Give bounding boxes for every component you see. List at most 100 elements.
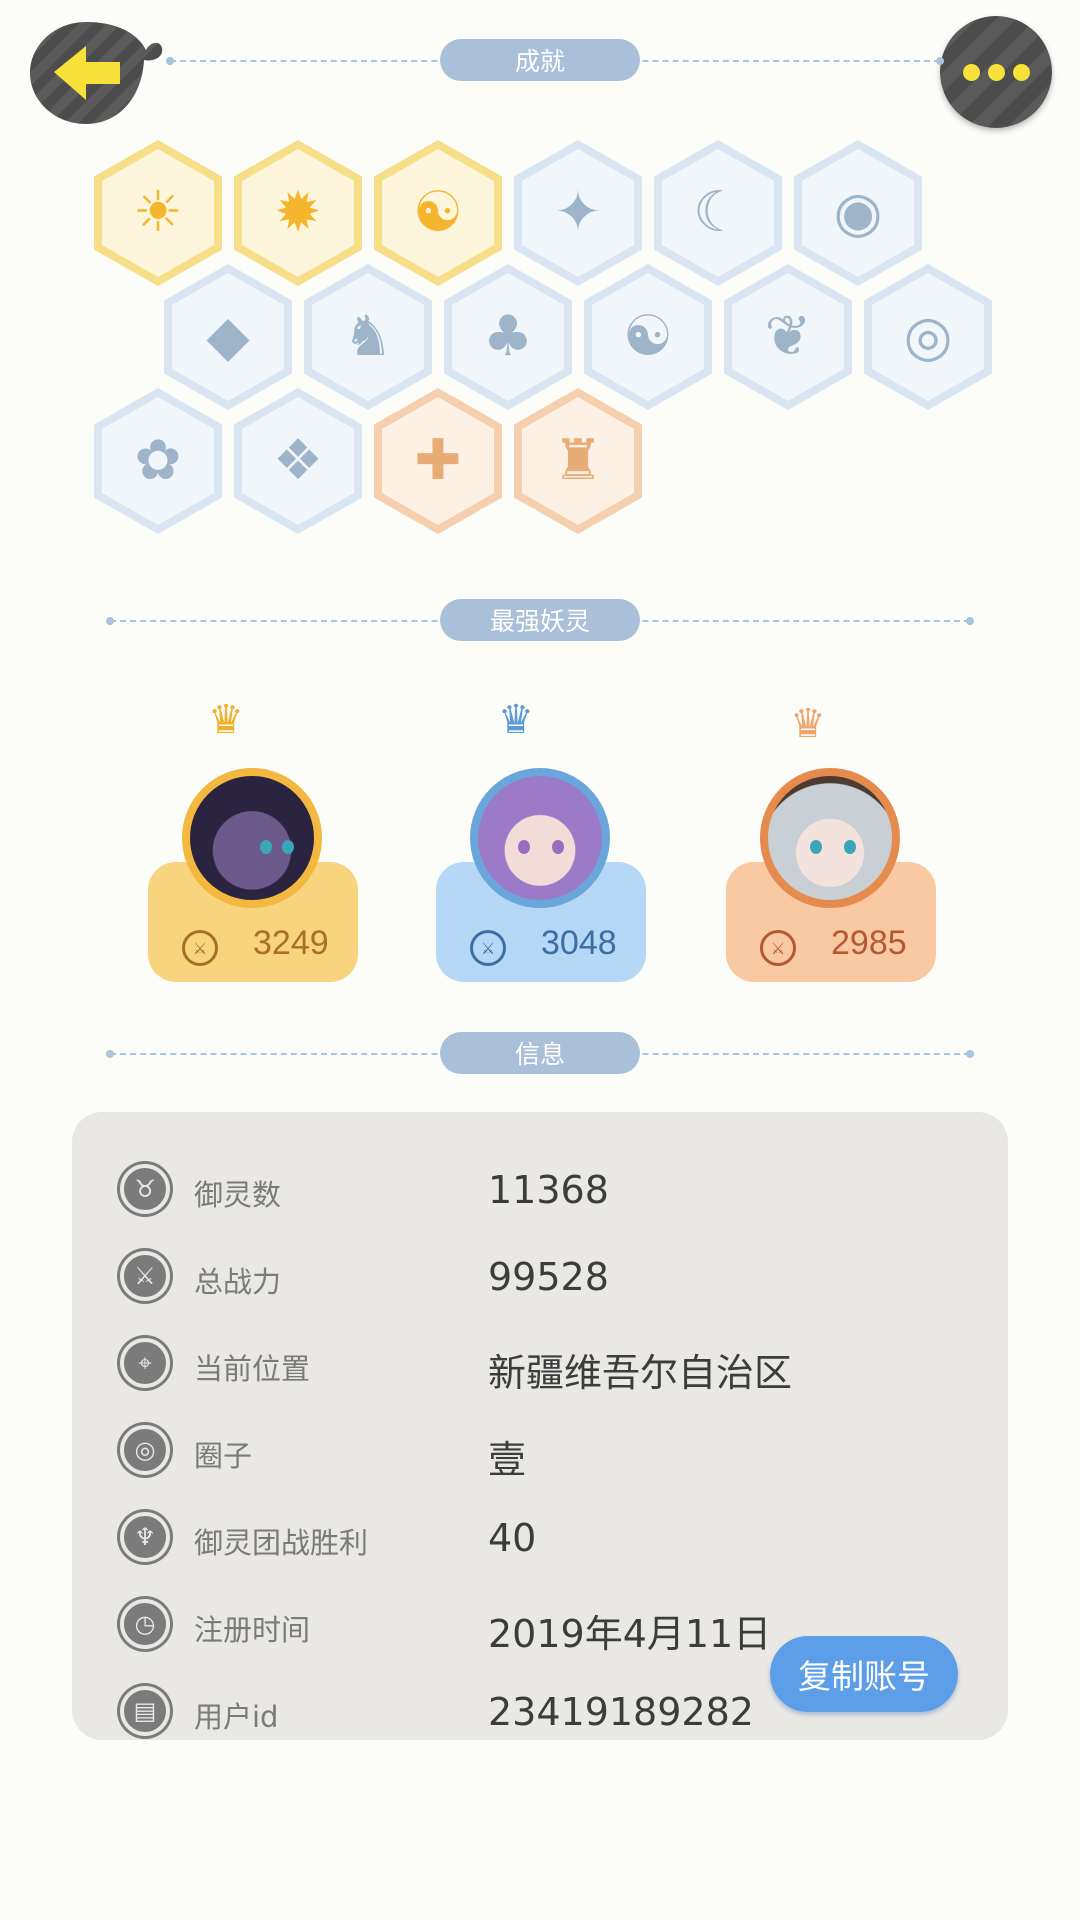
achievement-badge-shield-target[interactable]: ◎ [864,264,992,410]
achievement-badge-crystal-ball[interactable]: ◉ [794,140,922,286]
achievement-badge-moon-orb[interactable]: ☾ [654,140,782,286]
achievement-badge-cat-wand[interactable]: ♣ [444,264,572,410]
crown-bronze-icon: ♛ [790,701,826,747]
yin-yang-cube-icon: ☯ [622,304,674,369]
info-row-circle: ◎ 圈子 壹 [72,1415,1008,1485]
section-title-achievements: 成就 [440,39,640,81]
sword-icon: ⚔ [470,930,506,966]
achievement-badge-sneaker[interactable]: ✦ [514,140,642,286]
achievement-badge-book-fox[interactable]: ❖ [234,388,362,534]
achievement-badge-inner: ♜ [522,397,634,525]
achievement-badge-sun-medal[interactable]: ☀ [94,140,222,286]
sneaker-icon: ✦ [554,180,602,245]
crown-gold-icon: ♛ [208,697,244,743]
more-options-button[interactable] [940,16,1052,128]
koi-fish-icon: ❦ [764,304,812,369]
avatar-eye [260,840,272,854]
spirit-avatar-2[interactable] [470,768,610,908]
info-value: 新疆维吾尔自治区 [488,1351,793,1395]
achievement-badge-gem[interactable]: ◆ [164,264,292,410]
avatar-eye [844,840,856,854]
cat-stroller-icon: ✚ [414,428,462,493]
avatar-eye [810,840,822,854]
info-row-spirit-count: ♉ 御灵数 11368 [72,1154,1008,1224]
info-row-team-wins: ♆ 御灵团战胜利 40 [72,1502,1008,1572]
info-value: 2019年4月11日 [488,1612,772,1656]
info-value: 壹 [488,1438,527,1482]
achievement-badge-inner: ❖ [242,397,354,525]
info-label: 当前位置 [194,1352,311,1386]
achievement-badge-inner: ☯ [382,149,494,277]
spirit-power: 3048 [541,924,617,962]
yin-yang-comet-icon: ☯ [412,180,464,245]
ellipsis-icon [962,63,980,81]
cat-wand-icon: ♣ [482,304,534,369]
achievement-badge-cat-stroller[interactable]: ✚ [374,388,502,534]
info-value: 23419189282 [488,1690,754,1734]
achievement-badge-yin-yang-comet[interactable]: ☯ [374,140,502,286]
achievement-badge-inner: ✚ [382,397,494,525]
achievement-badge-inner: ◆ [172,273,284,401]
spirit-avatar-3[interactable] [760,768,900,908]
sun-medal-icon: ☀ [132,180,184,245]
spirit-power: 3249 [253,924,329,962]
achievement-badge-koi-fish[interactable]: ❦ [724,264,852,410]
info-row-total-power: ⚔ 总战力 99528 [72,1241,1008,1311]
achievement-badge-inner: ♣ [452,273,564,401]
achievement-badge-inner: ◎ [872,273,984,401]
copy-account-button[interactable]: 复制账号 [770,1636,958,1712]
achievement-badge-inner: ✿ [102,397,214,525]
fox-bubble-icon: ✹ [274,180,322,245]
shield-target-icon: ◎ [903,304,953,369]
info-label: 圈子 [194,1439,253,1473]
achievement-badge-inner: ☾ [662,149,774,277]
gem-icon: ◆ [206,304,250,369]
achievement-badge-monster-statue[interactable]: ♜ [514,388,642,534]
location-pin-icon: ⌖ [120,1338,170,1388]
achievement-badge-inner: ✦ [522,149,634,277]
achievement-badge-inner: ❦ [732,273,844,401]
ellipsis-dot [1012,63,1030,81]
crown-silver-icon: ♛ [498,697,534,743]
spirit-power: 2985 [831,924,907,962]
info-label: 用户id [194,1700,279,1734]
sword-icon: ⚔ [182,930,218,966]
achievement-badge-inner: ◉ [802,149,914,277]
spirit-icon: ♉ [120,1164,170,1214]
crystal-ball-icon: ◉ [833,180,883,245]
achievement-badge-inner: ☀ [102,149,214,277]
info-value: 11368 [488,1168,609,1212]
book-fox-icon: ❖ [272,428,324,493]
id-card-icon: ▤ [120,1686,170,1736]
achievement-badge-spirit-figure[interactable]: ♞ [304,264,432,410]
spirit-figure-icon: ♞ [342,304,394,369]
achievement-badge-bunny[interactable]: ✿ [94,388,222,534]
info-value: 99528 [488,1255,609,1299]
info-label: 总战力 [194,1265,282,1299]
ellipsis-dot [987,63,1005,81]
avatar-eye [518,840,530,854]
bunny-icon: ✿ [134,428,182,493]
clock-icon: ◷ [120,1599,170,1649]
arrow-left-icon [30,22,163,124]
avatar-eye [552,840,564,854]
achievement-badge-inner: ☯ [592,273,704,401]
battle-victory-icon: ♆ [120,1512,170,1562]
avatar-eye [282,840,294,854]
sword-icon: ⚔ [760,930,796,966]
info-label: 御灵团战胜利 [194,1526,369,1560]
achievement-badge-fox-bubble[interactable]: ✹ [234,140,362,286]
achievement-badge-yin-yang-cube[interactable]: ☯ [584,264,712,410]
moon-orb-icon: ☾ [692,180,744,245]
back-button[interactable] [28,18,164,128]
achievement-badge-inner: ✹ [242,149,354,277]
section-title-info: 信息 [440,1032,640,1074]
info-label: 注册时间 [194,1613,311,1647]
info-value: 40 [488,1516,537,1560]
sword-icon: ⚔ [120,1251,170,1301]
monster-statue-icon: ♜ [552,428,604,493]
circle-target-icon: ◎ [120,1425,170,1475]
achievement-badge-inner: ♞ [312,273,424,401]
spirit-avatar-1[interactable] [182,768,322,908]
section-title-strongest: 最强妖灵 [440,599,640,641]
